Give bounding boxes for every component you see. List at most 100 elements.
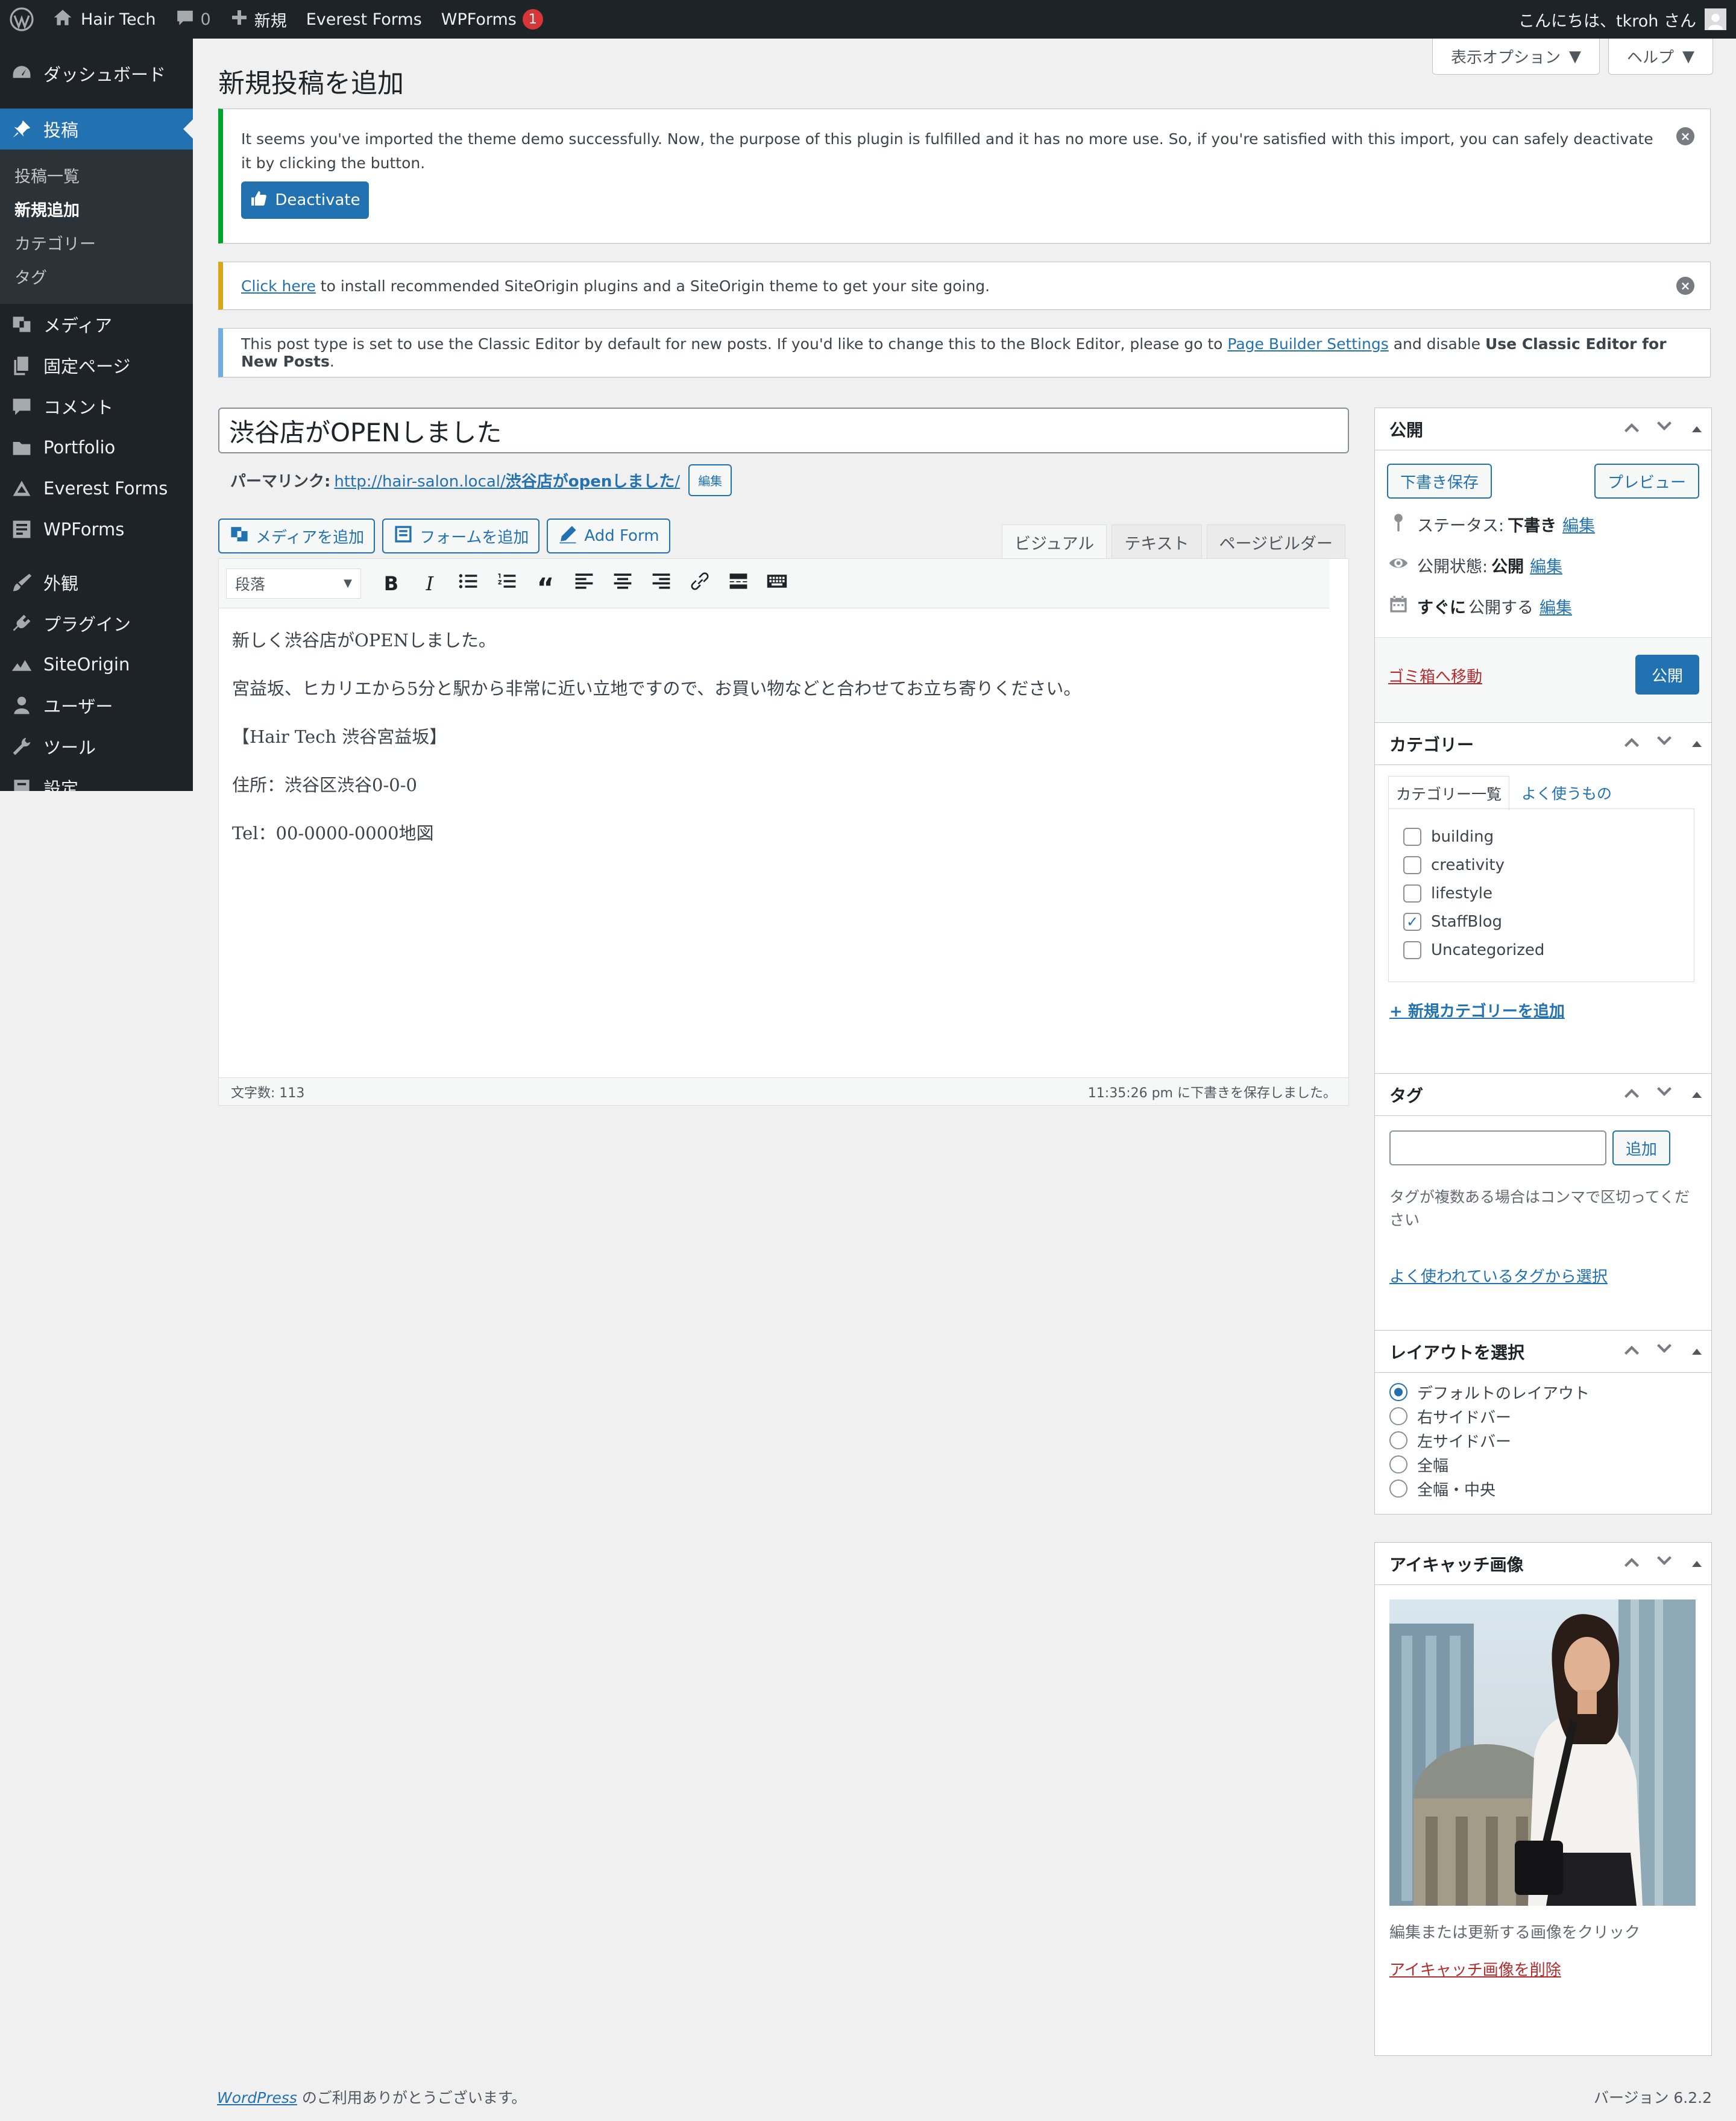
align-left-button[interactable]	[567, 567, 601, 600]
category-checkbox[interactable]	[1403, 827, 1421, 846]
layout-option[interactable]: 全幅	[1389, 1452, 1590, 1477]
submenu-categories[interactable]: カテゴリー	[0, 225, 193, 259]
format-select[interactable]: 段落 ▼	[226, 568, 361, 599]
collapse-icon[interactable]	[1692, 1348, 1702, 1355]
menu-settings[interactable]: 設定	[0, 767, 193, 791]
collapse-icon[interactable]	[1692, 1091, 1702, 1098]
everest-forms-link[interactable]: Everest Forms	[297, 0, 432, 39]
move-down-icon[interactable]	[1652, 1337, 1676, 1366]
layout-radio[interactable]	[1389, 1480, 1407, 1498]
screen-options-button[interactable]: 表示オプション ▼	[1432, 39, 1600, 75]
blockquote-button[interactable]: “	[529, 567, 562, 601]
move-up-icon[interactable]	[1620, 730, 1644, 758]
move-to-trash-link[interactable]: ゴミ箱へ移動	[1388, 664, 1482, 687]
menu-plugins[interactable]: プラグイン	[0, 603, 193, 644]
menu-dashboard[interactable]: ダッシュボード	[0, 53, 193, 94]
tab-visual[interactable]: ビジュアル	[1002, 525, 1107, 559]
collapse-icon[interactable]	[1692, 1560, 1702, 1567]
layout-radio[interactable]	[1389, 1455, 1407, 1473]
submenu-all-posts[interactable]: 投稿一覧	[0, 158, 193, 192]
move-up-icon[interactable]	[1620, 1549, 1644, 1578]
schedule-edit-link[interactable]: 編集	[1539, 594, 1572, 618]
numbered-list-button[interactable]	[490, 567, 524, 600]
toolbar-toggle-button[interactable]	[760, 567, 794, 600]
tab-page-builder[interactable]: ページビルダー	[1206, 525, 1345, 559]
bold-button[interactable]: B	[374, 567, 408, 600]
menu-pages[interactable]: 固定ページ	[0, 345, 193, 386]
align-center-button[interactable]	[606, 567, 640, 600]
permalink-link[interactable]: http://hair-salon.local/渋谷店がopenしました/	[334, 469, 680, 491]
post-title-input[interactable]: 渋谷店がOPENしました	[218, 408, 1349, 453]
add-form-button[interactable]: Add Form	[547, 518, 670, 553]
move-down-icon[interactable]	[1652, 415, 1676, 443]
help-button[interactable]: ヘルプ ▼	[1608, 39, 1713, 75]
menu-appearance[interactable]: 外観	[0, 562, 193, 603]
menu-users[interactable]: ユーザー	[0, 685, 193, 726]
site-name-link[interactable]: Hair Tech	[43, 0, 166, 39]
bullet-list-button[interactable]	[451, 567, 485, 600]
my-account[interactable]: こんにちは、tkroh さん	[1518, 8, 1736, 31]
tab-text[interactable]: テキスト	[1112, 525, 1202, 559]
menu-posts[interactable]: 投稿	[0, 109, 193, 150]
choose-popular-tags-link[interactable]: よく使われているタグから選択	[1389, 1264, 1608, 1287]
menu-wpforms[interactable]: WPForms	[0, 509, 193, 550]
category-item[interactable]: lifestyle	[1403, 879, 1694, 907]
layout-radio[interactable]	[1389, 1407, 1407, 1425]
move-up-icon[interactable]	[1620, 415, 1644, 443]
menu-tools[interactable]: ツール	[0, 726, 193, 767]
layout-option[interactable]: 左サイドバー	[1389, 1428, 1590, 1452]
remove-featured-image-link[interactable]: アイキャッチ画像を削除	[1389, 1958, 1561, 1980]
dismiss-notice-icon[interactable]: ×	[1676, 127, 1694, 145]
deactivate-button[interactable]: Deactivate	[241, 181, 369, 219]
category-checkbox[interactable]	[1403, 856, 1421, 874]
permalink-edit-button[interactable]: 編集	[688, 464, 732, 496]
visibility-edit-link[interactable]: 編集	[1530, 553, 1562, 577]
add-form-jp-button[interactable]: フォームを追加	[382, 518, 540, 553]
new-content-link[interactable]: 新規	[221, 0, 297, 39]
editor-content[interactable]: 新しく渋谷店がOPENしました。 宮益坂、ヒカリエから5分と駅から非常に近い立地…	[219, 608, 1348, 890]
category-checkbox[interactable]	[1403, 884, 1421, 903]
collapse-icon[interactable]	[1692, 426, 1702, 432]
category-checkbox[interactable]: ✓	[1403, 912, 1421, 931]
page-builder-settings-link[interactable]: Page Builder Settings	[1227, 335, 1388, 353]
menu-media[interactable]: メディア	[0, 304, 193, 345]
submenu-tags[interactable]: タグ	[0, 259, 193, 293]
layout-option[interactable]: 全幅・中央	[1389, 1477, 1590, 1501]
menu-comments[interactable]: コメント	[0, 386, 193, 427]
move-down-icon[interactable]	[1652, 1080, 1676, 1109]
menu-everest-forms[interactable]: Everest Forms	[0, 468, 193, 509]
submenu-add-new[interactable]: 新規追加	[0, 192, 193, 225]
category-item[interactable]: Uncategorized	[1403, 936, 1694, 964]
read-more-button[interactable]	[722, 567, 755, 600]
wordpress-link[interactable]: WordPress	[217, 2089, 297, 2107]
siteorigin-install-link[interactable]: Click here	[241, 277, 316, 295]
tab-all-categories[interactable]: カテゴリー一覧	[1388, 776, 1510, 810]
layout-radio[interactable]	[1389, 1431, 1407, 1449]
layout-option[interactable]: デフォルトのレイアウト	[1389, 1380, 1590, 1404]
menu-portfolio[interactable]: Portfolio	[0, 427, 193, 468]
publish-button[interactable]: 公開	[1635, 655, 1699, 695]
save-draft-button[interactable]: 下書き保存	[1387, 464, 1492, 499]
align-right-button[interactable]	[644, 567, 678, 600]
status-edit-link[interactable]: 編集	[1562, 512, 1595, 536]
category-item[interactable]: ✓ StaffBlog	[1403, 907, 1694, 936]
layout-option[interactable]: 右サイドバー	[1389, 1404, 1590, 1428]
category-checkbox[interactable]	[1403, 941, 1421, 959]
add-new-category-link[interactable]: + 新規カテゴリーを追加	[1389, 999, 1565, 1021]
move-up-icon[interactable]	[1620, 1337, 1644, 1366]
featured-image[interactable]	[1389, 1599, 1696, 1906]
menu-siteorigin[interactable]: SiteOrigin	[0, 644, 193, 685]
comments-link[interactable]: 0	[166, 0, 221, 39]
collapse-icon[interactable]	[1692, 740, 1702, 747]
tab-popular-categories[interactable]: よく使うもの	[1509, 776, 1624, 810]
move-up-icon[interactable]	[1620, 1080, 1644, 1109]
category-item[interactable]: building	[1403, 822, 1694, 851]
move-down-icon[interactable]	[1652, 1549, 1676, 1578]
preview-button[interactable]: プレビュー	[1594, 464, 1699, 499]
layout-radio[interactable]	[1389, 1383, 1407, 1401]
add-tag-button[interactable]: 追加	[1612, 1130, 1670, 1165]
wordpress-logo-icon[interactable]	[0, 0, 43, 39]
wpforms-link[interactable]: WPForms 1	[432, 0, 553, 39]
category-item[interactable]: creativity	[1403, 851, 1694, 879]
link-button[interactable]	[683, 567, 717, 600]
